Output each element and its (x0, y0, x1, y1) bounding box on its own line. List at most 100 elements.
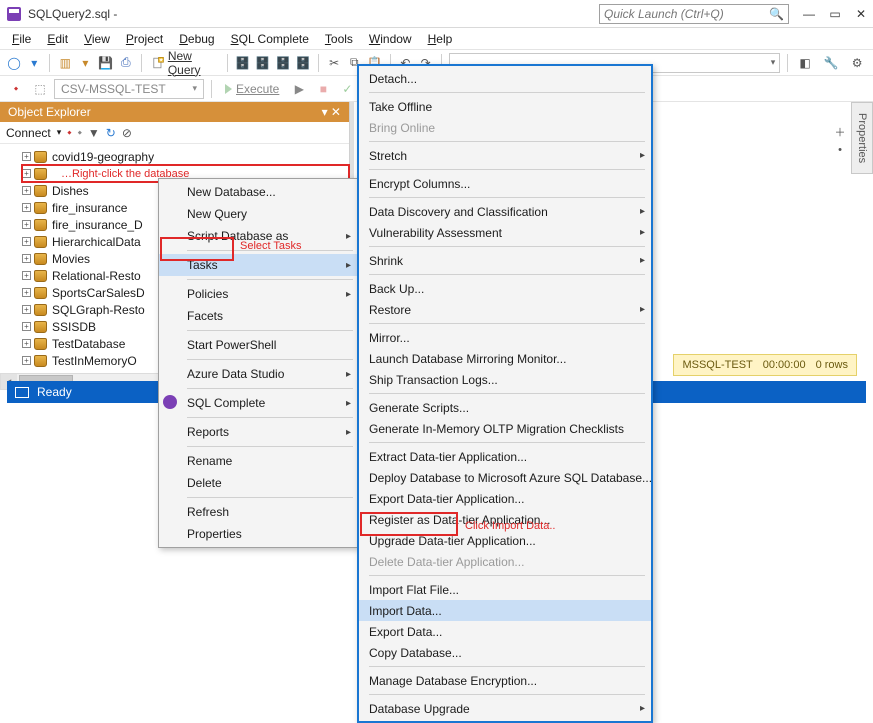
submenu-item[interactable]: Shrink (359, 250, 651, 271)
wrench-icon[interactable]: 🔧 (821, 53, 841, 73)
context-menu-item[interactable]: Reports (159, 421, 357, 443)
submenu-item[interactable]: Database Upgrade (359, 698, 651, 719)
db-icon-3[interactable]: 🗄️ (275, 53, 291, 73)
pin-icon[interactable]: ▾ ✕ (322, 105, 341, 119)
submenu-item[interactable]: Extract Data-tier Application... (359, 446, 651, 467)
context-menu-item[interactable]: Policies (159, 283, 357, 305)
debug-run-icon[interactable]: ▶ (289, 79, 309, 99)
save-icon[interactable]: 💾 (98, 53, 114, 73)
filter-icon[interactable]: ▼ (88, 126, 100, 140)
db-icon-4[interactable]: 🗄️ (295, 53, 311, 73)
save-all-icon[interactable]: ⎙ (118, 53, 134, 73)
expander-icon[interactable]: + (22, 356, 31, 365)
connect-label[interactable]: Connect (6, 126, 51, 140)
stop-conn-icon[interactable]: ⊘ (122, 126, 132, 140)
menu-sql-complete[interactable]: SQL Complete (225, 30, 315, 48)
tree-item[interactable]: +covid19-geography (22, 148, 349, 165)
context-menu-item[interactable]: Rename (159, 450, 357, 472)
submenu-item[interactable]: Deploy Database to Microsoft Azure SQL D… (359, 467, 651, 488)
submenu-item[interactable]: Generate In-Memory OLTP Migration Checkl… (359, 418, 651, 439)
menu-window[interactable]: Window (363, 30, 418, 48)
expander-icon[interactable]: + (22, 169, 31, 178)
submenu-item[interactable]: Export Data-tier Application... (359, 488, 651, 509)
context-menu-item[interactable]: SQL Complete (159, 392, 357, 414)
submenu-item[interactable]: Upgrade Data-tier Application... (359, 530, 651, 551)
database-combo[interactable]: CSV-MSSQL-TEST ▾ (54, 79, 204, 99)
stop-icon[interactable]: ■ (313, 79, 333, 99)
menu-help[interactable]: Help (422, 30, 459, 48)
menu-view[interactable]: View (78, 30, 116, 48)
database-context-menu[interactable]: New Database...New QueryScript Database … (158, 178, 358, 548)
nav-back-icon[interactable]: ◯ (6, 53, 22, 73)
expander-icon[interactable]: + (22, 254, 31, 263)
close-button[interactable]: ✕ (855, 8, 867, 20)
expander-icon[interactable]: + (22, 322, 31, 331)
submenu-item[interactable]: Take Offline (359, 96, 651, 117)
properties-tab[interactable]: Properties (851, 102, 873, 174)
context-menu-item[interactable]: Start PowerShell (159, 334, 357, 356)
context-menu-item[interactable]: Facets (159, 305, 357, 327)
change-conn-icon[interactable]: ⬚ (30, 79, 50, 99)
submenu-item[interactable]: Mirror... (359, 327, 651, 348)
submenu-item[interactable]: Encrypt Columns... (359, 173, 651, 194)
cut-icon[interactable]: ✂ (326, 53, 342, 73)
submenu-item[interactable]: Import Flat File... (359, 579, 651, 600)
expander-icon[interactable]: + (22, 305, 31, 314)
context-menu-item[interactable]: Properties (159, 523, 357, 545)
refresh-icon[interactable]: ↻ (106, 126, 116, 140)
submenu-item[interactable]: Export Data... (359, 621, 651, 642)
vtool-dot-icon[interactable]: • (832, 144, 848, 160)
context-menu-item[interactable]: Refresh (159, 501, 357, 523)
database-icon (34, 185, 47, 197)
expander-icon[interactable]: + (22, 271, 31, 280)
expander-icon[interactable]: + (22, 288, 31, 297)
context-menu-item[interactable]: New Query (159, 203, 357, 225)
expander-icon[interactable]: + (22, 220, 31, 229)
submenu-item[interactable]: Ship Transaction Logs... (359, 369, 651, 390)
submenu-item[interactable]: Stretch (359, 145, 651, 166)
expander-icon[interactable]: + (22, 237, 31, 246)
expander-icon[interactable]: + (22, 186, 31, 195)
connect-plug-icon[interactable]: ⬩ (67, 125, 71, 140)
submenu-item-label: Ship Transaction Logs... (369, 373, 498, 387)
submenu-item[interactable]: Vulnerability Assessment (359, 222, 651, 243)
expander-icon[interactable]: + (22, 339, 31, 348)
menu-edit[interactable]: Edit (41, 30, 74, 48)
submenu-item[interactable]: Launch Database Mirroring Monitor... (359, 348, 651, 369)
gear-icon[interactable]: ⚙ (847, 53, 867, 73)
submenu-item[interactable]: Copy Database... (359, 642, 651, 663)
vtool-plus-icon[interactable]: ＋ (832, 124, 848, 140)
minimize-button[interactable]: — (803, 8, 815, 20)
submenu-item[interactable]: Data Discovery and Classification (359, 201, 651, 222)
open-icon[interactable]: ▾ (77, 53, 93, 73)
submenu-item[interactable]: Detach... (359, 68, 651, 89)
db-icon-2[interactable]: 🗄️ (255, 53, 271, 73)
menu-tools[interactable]: Tools (319, 30, 359, 48)
connect-icon[interactable]: ⬩ (6, 79, 26, 99)
submenu-item[interactable]: Import Data... (359, 600, 651, 621)
menu-file[interactable]: File (6, 30, 37, 48)
submenu-item[interactable]: Back Up... (359, 278, 651, 299)
expander-icon[interactable]: + (22, 203, 31, 212)
nav-fwd-icon[interactable]: ▾ (26, 53, 42, 73)
quick-launch-input[interactable]: Quick Launch (Ctrl+Q) 🔍 (599, 4, 789, 24)
submenu-item[interactable]: Generate Scripts... (359, 397, 651, 418)
maximize-button[interactable]: ▭ (829, 8, 841, 20)
submenu-item[interactable]: Manage Database Encryption... (359, 670, 651, 691)
context-menu-item[interactable]: Tasks (159, 254, 357, 276)
context-menu-item[interactable]: Azure Data Studio (159, 363, 357, 385)
context-menu-item[interactable]: New Database... (159, 181, 357, 203)
expander-icon[interactable]: + (22, 152, 31, 161)
parse-icon[interactable]: ✓ (337, 79, 357, 99)
new-query-button[interactable]: ★ New Query (149, 49, 220, 77)
context-menu-item[interactable]: Delete (159, 472, 357, 494)
menu-project[interactable]: Project (120, 30, 169, 48)
tasks-submenu[interactable]: Detach...Take OfflineBring OnlineStretch… (357, 64, 653, 723)
db-icon-1[interactable]: 🗄️ (235, 53, 251, 73)
new-item-icon[interactable]: ▥ (57, 53, 73, 73)
submenu-item[interactable]: Restore (359, 299, 651, 320)
execute-button[interactable]: Execute (219, 82, 285, 96)
connect-plug-off-icon[interactable]: ⬩ (78, 125, 82, 140)
window-layout-icon[interactable]: ◧ (795, 53, 815, 73)
menu-debug[interactable]: Debug (173, 30, 220, 48)
